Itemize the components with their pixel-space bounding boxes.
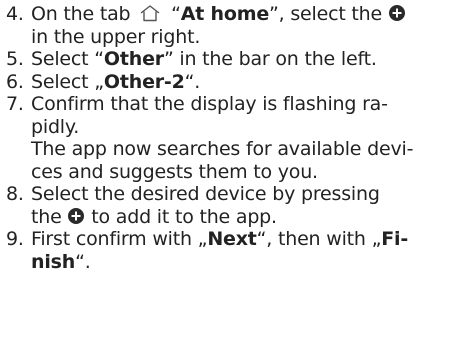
button-next: Next — [207, 228, 257, 250]
home-icon — [140, 5, 160, 22]
step-6-line-1: Select „Other-2“. — [31, 70, 201, 93]
step-4: 4. On the tab “At home”, select the in t… — [0, 3, 454, 48]
step-9-line-1: First confirm with „Next“, then with „Fi… — [31, 228, 409, 250]
step-5: 5. Select “Other” in the bar on the left… — [0, 48, 454, 71]
step-6: 6. Select „Other-2“. — [0, 71, 454, 94]
step-7: 7. Confirm that the display is flashing … — [0, 93, 454, 183]
step-number: 9. — [6, 228, 24, 250]
step-7-note-line-2: ces and suggests them to you. — [31, 160, 318, 183]
step-8-line-2: the to add it to the app. — [31, 205, 277, 228]
instruction-steps: 4. On the tab “At home”, select the in t… — [0, 3, 454, 273]
step-8: 8. Select the desired device by pressing… — [0, 183, 454, 228]
category-other: Other — [103, 48, 164, 70]
step-9: 9. First confirm with „Next“, then with … — [0, 228, 454, 273]
button-finish-part-1: Fi- — [381, 228, 409, 250]
step-8-line-1: Select the desired device by pressing — [31, 183, 380, 205]
button-finish-part-2: nish — [31, 250, 76, 273]
tab-name-at-home: At home — [180, 3, 270, 25]
step-number: 5. — [6, 48, 24, 70]
step-9-line-2: nish“. — [31, 250, 91, 273]
step-number: 6. — [6, 70, 24, 93]
plus-circle-icon — [68, 207, 85, 224]
step-5-line-1: Select “Other” in the bar on the left. — [31, 48, 377, 70]
step-number: 8. — [6, 183, 24, 205]
step-7-line-2: pidly. — [31, 115, 80, 138]
step-4-line-1: On the tab “At home”, select the — [31, 3, 454, 26]
plus-circle-icon — [388, 5, 405, 21]
device-other-2: Other-2 — [103, 70, 185, 93]
step-number: 4. — [6, 3, 24, 25]
step-number: 7. — [6, 93, 24, 115]
step-7-line-1: Confirm that the display is flashing ra- — [31, 93, 388, 115]
step-7-note-line-1: The app now searches for available devi- — [31, 138, 414, 160]
step-4-line-2: in the upper right. — [31, 25, 201, 48]
instruction-page: 4. On the tab “At home”, select the in t… — [0, 0, 454, 351]
